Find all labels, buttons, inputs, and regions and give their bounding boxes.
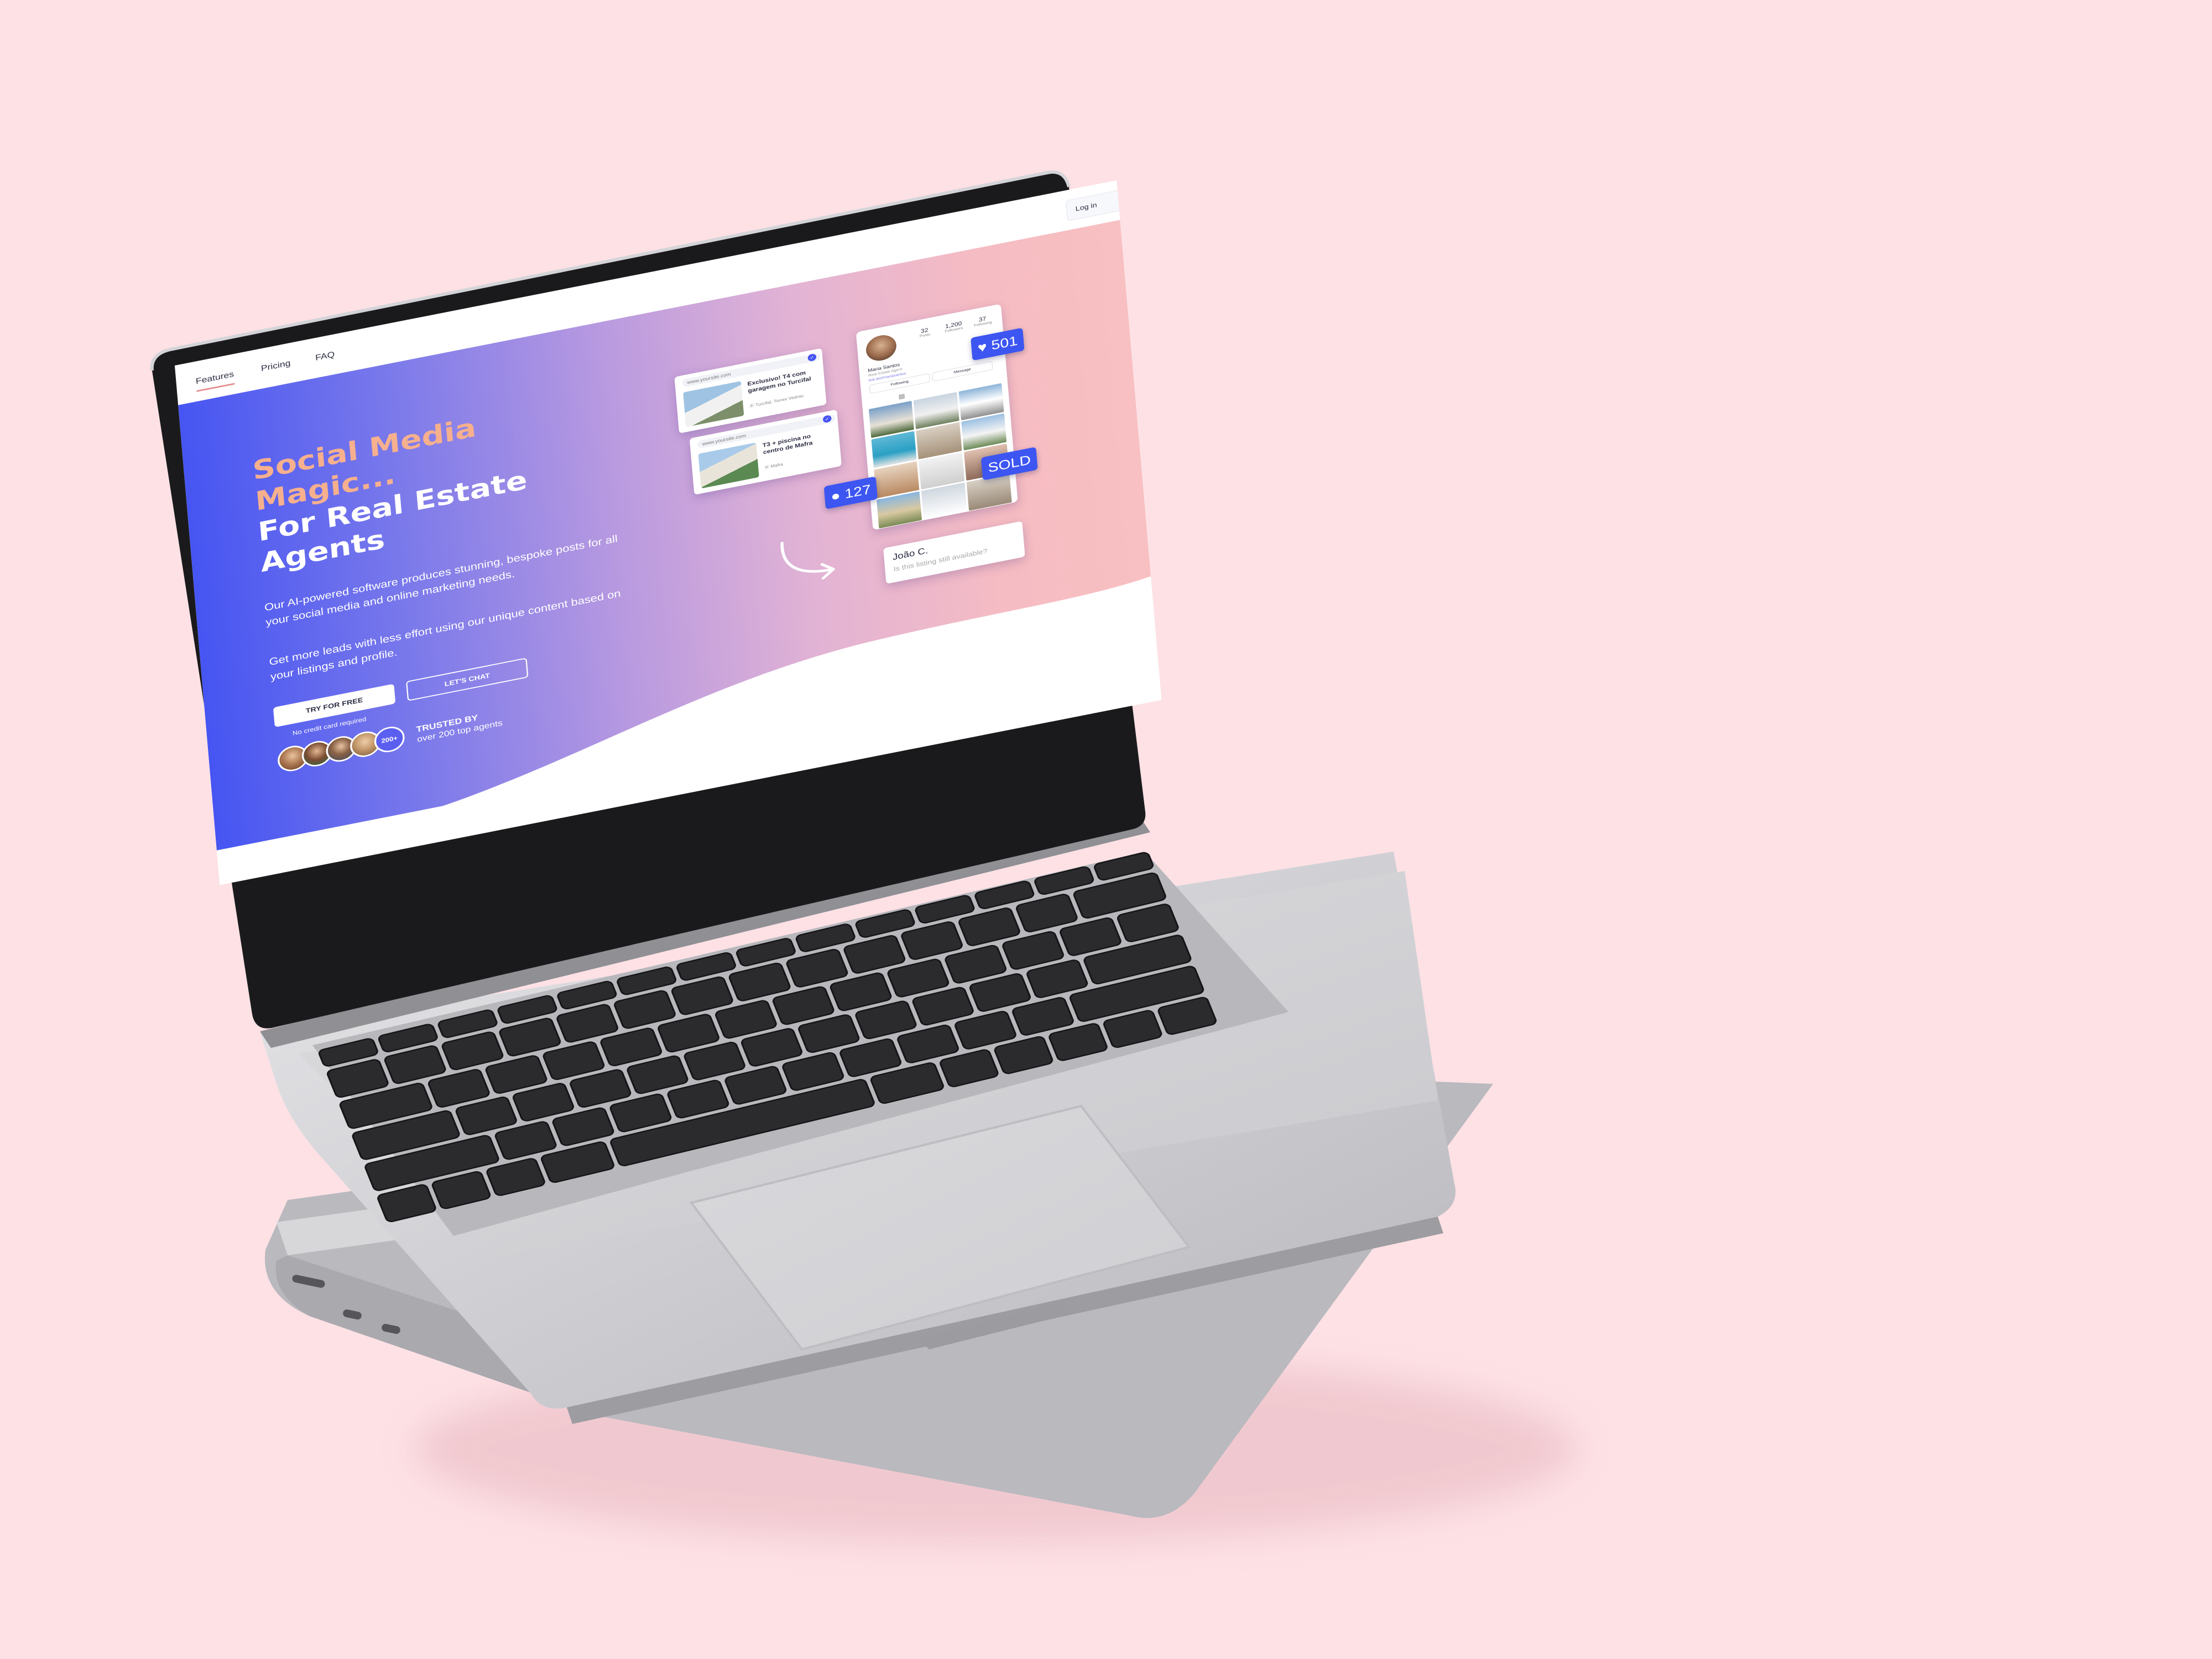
followers-stat: 1,200 Followers	[940, 320, 968, 334]
listing-photo	[698, 442, 759, 489]
login-button[interactable]: Log in	[1065, 189, 1125, 222]
chat-bubble-icon: ●	[830, 486, 846, 504]
heart-icon: ♥	[977, 338, 992, 356]
message-button[interactable]: Message	[932, 361, 993, 382]
comments-badge: ● 127	[823, 476, 878, 509]
listing-location: Turcifal, Torres Vedras	[755, 393, 804, 408]
following-stat: 37 Following	[969, 314, 997, 328]
grid-icon[interactable]: ▦	[898, 392, 905, 400]
listing-location: Mafra	[770, 462, 784, 469]
nav-pricing[interactable]: Pricing	[260, 359, 291, 374]
comment-bubble: João C. Is this listing still available?	[883, 521, 1025, 584]
listing-location-row: ⦿ Turcifal, Torres Vedras	[749, 393, 804, 409]
nav-features[interactable]: Features	[195, 370, 235, 392]
posts-stat: 32 Posts	[911, 325, 938, 340]
curved-arrow-icon	[780, 541, 835, 580]
likes-count: 501	[990, 332, 1019, 353]
profile-avatar	[865, 332, 898, 363]
listing-location-row: ⦿ Mafra	[764, 461, 783, 470]
location-pin-icon: ⦿	[749, 403, 756, 409]
listing-photo	[683, 381, 744, 427]
nav-faq[interactable]: FAQ	[315, 350, 335, 363]
comments-count: 127	[844, 481, 872, 502]
mockup-stage: Features Pricing FAQ Log in Social Media…	[0, 0, 2212, 1659]
